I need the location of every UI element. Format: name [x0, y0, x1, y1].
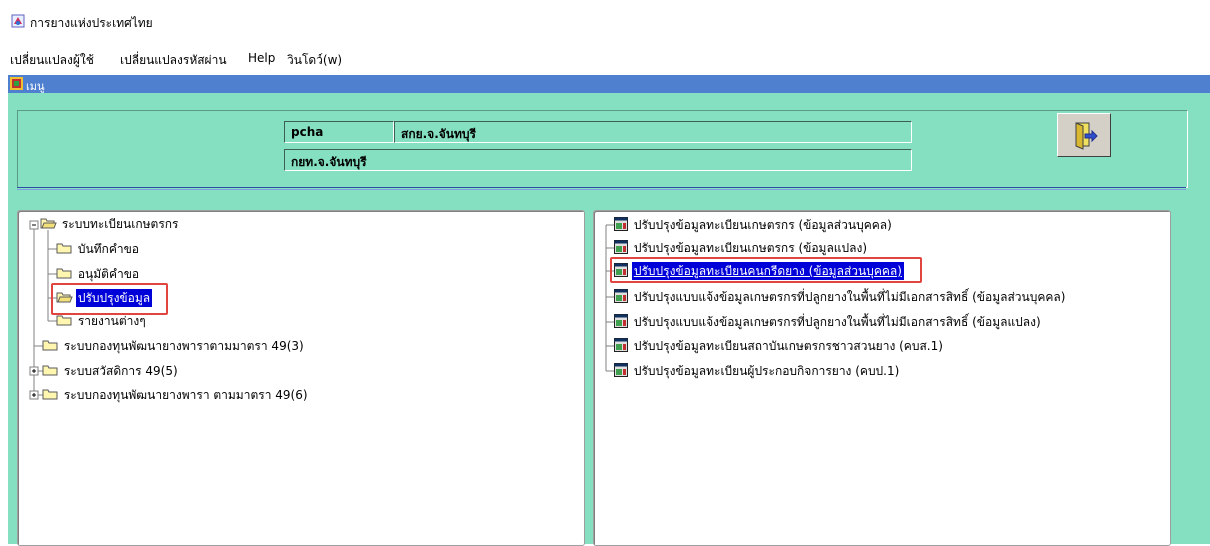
menu-change-user[interactable]: เปลี่ยนแปลงผู้ใช้: [10, 51, 94, 70]
department-field: กยท.จ.จันทบุรี: [284, 149, 912, 171]
window-title: การยางแห่งประเทศไทย: [30, 16, 153, 30]
form-window-icon: [614, 289, 628, 303]
tree-node-label: อนุมัติคำขอ: [77, 267, 140, 281]
tree-node-record-request[interactable]: บันทึกคำขอ: [56, 240, 141, 258]
tree-node-label: บันทึกคำขอ: [77, 242, 139, 256]
highlight-box: [610, 257, 922, 283]
function-item[interactable]: ปรับปรุงข้อมูลทะเบียนเกษตรกร (ข้อมูลส่วน…: [614, 216, 894, 234]
function-item-label: ปรับปรุงข้อมูลทะเบียนเกษตรกร (ข้อมูลแปลง…: [633, 241, 868, 255]
menu-window[interactable]: วินโดว์(w): [287, 51, 342, 70]
function-item[interactable]: ปรับปรุงข้อมูลทะเบียนผู้ประกอบกิจการยาง …: [614, 362, 901, 380]
form-window-icon: [614, 240, 628, 254]
exit-door-icon: [1075, 122, 1098, 150]
menu-form: pcha สกย.จ.จันทบุรี กยท.จ.จันทบุรี ระบบท…: [8, 93, 1210, 546]
folder-icon: [56, 243, 72, 254]
tree-node-label: ระบบกองทุนพัฒนายางพาราตามมาตรา 49(3): [63, 339, 304, 353]
form-window-icon: [614, 363, 628, 377]
tree-node-fund-49-3[interactable]: ระบบกองทุนพัฒนายางพาราตามมาตรา 49(3): [42, 337, 306, 355]
form-window-icon: [614, 338, 628, 352]
function-item[interactable]: ปรับปรุงแบบแจ้งข้อมูลเกษตรกรที่ปลูกยางใน…: [614, 288, 1067, 306]
form-window-icon: [614, 314, 628, 328]
folder-icon: [42, 340, 58, 351]
user-id-field: pcha: [284, 121, 394, 143]
separator-line: [17, 189, 1186, 190]
function-list-panel: ปรับปรุงข้อมูลทะเบียนเกษตรกร (ข้อมูลส่วน…: [593, 210, 1171, 546]
function-item-label: ปรับปรุงข้อมูลทะเบียนผู้ประกอบกิจการยาง …: [633, 364, 900, 378]
folder-icon: [42, 365, 58, 376]
function-item-label: ปรับปรุงข้อมูลทะเบียนเกษตรกร (ข้อมูลส่วน…: [633, 218, 892, 232]
app-icon: [11, 14, 25, 28]
function-item[interactable]: ปรับปรุงข้อมูลทะเบียนสถาบันเกษตรกรชาวสวน…: [614, 337, 945, 355]
menu-help[interactable]: Help: [248, 51, 275, 65]
tree-node-welfare-49-5[interactable]: ระบบสวัสดิการ 49(5): [42, 362, 180, 380]
menu-bar: เปลี่ยนแปลงผู้ใช้ เปลี่ยนแปลงรหัสผ่าน He…: [0, 48, 1210, 68]
function-item-label: ปรับปรุงแบบแจ้งข้อมูลเกษตรกรที่ปลูกยางใน…: [633, 315, 1041, 329]
folder-icon: [56, 315, 72, 326]
menu-window-icon: [10, 77, 23, 90]
function-item[interactable]: ปรับปรุงแบบแจ้งข้อมูลเกษตรกรที่ปลูกยางใน…: [614, 313, 1043, 331]
window-titlebar: การยางแห่งประเทศไทย: [0, 0, 1210, 40]
menu-change-password[interactable]: เปลี่ยนแปลงรหัสผ่าน: [120, 51, 227, 70]
office-field: สกย.จ.จันทบุรี: [394, 121, 912, 143]
function-item-label: ปรับปรุงข้อมูลทะเบียนสถาบันเกษตรกรชาวสวน…: [633, 339, 943, 353]
form-window-icon: [614, 217, 628, 231]
exit-button[interactable]: [1057, 113, 1111, 157]
highlight-box: [51, 283, 168, 315]
tree-node-label: ระบบกองทุนพัฒนายางพารา ตามมาตรา 49(6): [63, 388, 308, 402]
open-folder-icon: [40, 218, 57, 229]
child-window-titlebar: เมนู: [8, 75, 1210, 93]
tree-node-approve-request[interactable]: อนุมัติคำขอ: [56, 265, 141, 283]
system-tree-panel: ระบบทะเบียนเกษตรกร บันทึกคำขอ อนุมัติคำข…: [17, 210, 585, 546]
folder-icon: [56, 268, 72, 279]
function-item[interactable]: ปรับปรุงข้อมูลทะเบียนเกษตรกร (ข้อมูลแปลง…: [614, 239, 869, 257]
tree-node-farmer-registry[interactable]: ระบบทะเบียนเกษตรกร: [40, 215, 181, 233]
folder-icon: [42, 389, 58, 400]
tree-node-fund-49-6[interactable]: ระบบกองทุนพัฒนายางพารา ตามมาตรา 49(6): [42, 386, 310, 404]
tree-node-label: ระบบสวัสดิการ 49(5): [63, 364, 178, 378]
function-item-label: ปรับปรุงแบบแจ้งข้อมูลเกษตรกรที่ปลูกยางใน…: [633, 290, 1066, 304]
separator-line: [17, 187, 1186, 188]
tree-node-label: ระบบทะเบียนเกษตรกร: [61, 217, 179, 231]
